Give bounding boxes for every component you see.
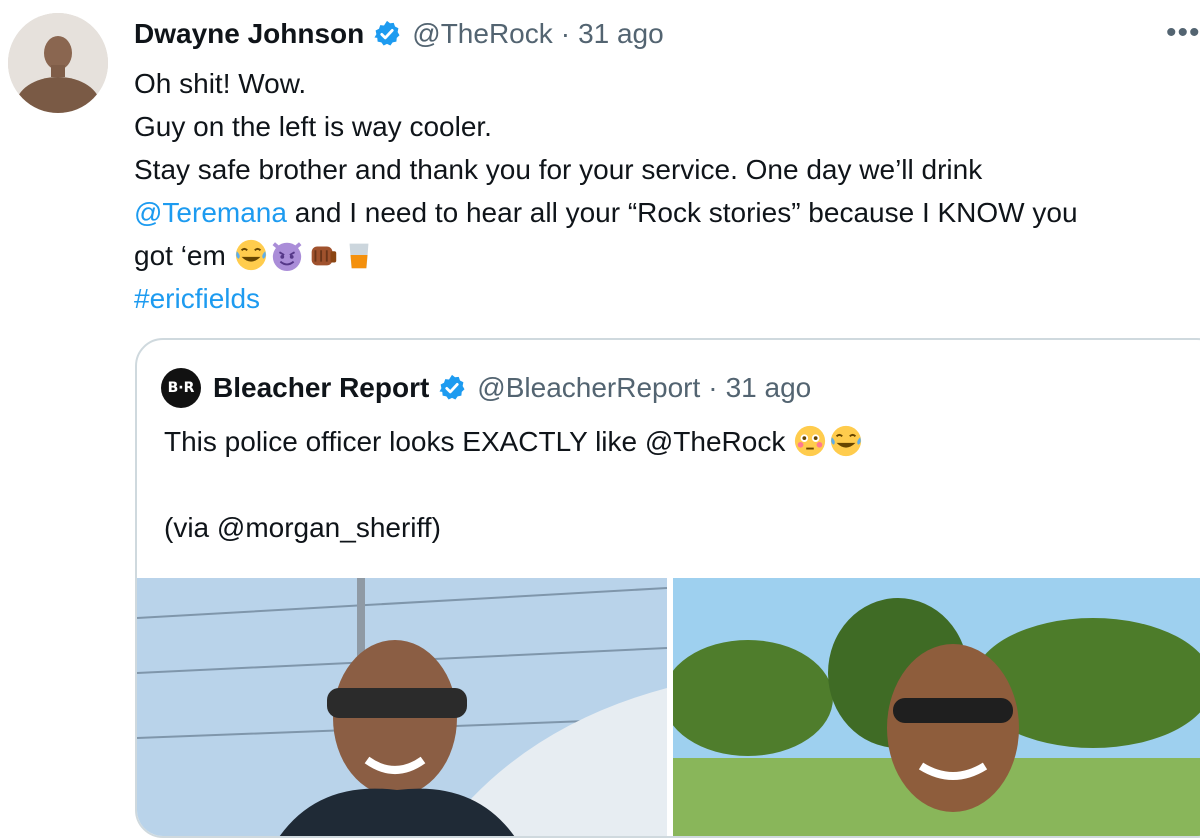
police-officer-photo[interactable] bbox=[137, 578, 667, 836]
tweet-line: Guy on the left is way cooler. bbox=[134, 111, 492, 142]
author-name[interactable]: Dwayne Johnson bbox=[134, 18, 364, 50]
quoted-tweet-header: B·R Bleacher Report @BleacherReport · 31… bbox=[161, 368, 811, 408]
tweet-header: Dwayne Johnson @TheRock · 31 ago bbox=[134, 12, 664, 56]
dwayne-johnson-photo[interactable] bbox=[673, 578, 1200, 836]
tweet-line: @Teremana and I need to hear all your “R… bbox=[134, 191, 1200, 234]
tweet-line-rest: and I need to hear all your “Rock storie… bbox=[286, 197, 1078, 228]
verified-badge-icon bbox=[372, 19, 402, 49]
author-handle[interactable]: @TheRock bbox=[412, 18, 552, 50]
flushed-face-icon bbox=[793, 424, 827, 458]
quoted-tweet-text: This police officer looks EXACTLY like @… bbox=[164, 420, 865, 549]
quoted-tweet[interactable]: B·R Bleacher Report @BleacherReport · 31… bbox=[135, 338, 1200, 838]
tears-of-joy-icon bbox=[829, 424, 863, 458]
tweet-line: Stay safe brother and thank you for your… bbox=[134, 154, 983, 185]
quoted-tweet-time[interactable]: 31 ago bbox=[726, 372, 812, 404]
more-options-icon[interactable]: ••• bbox=[1166, 18, 1200, 48]
verified-badge-icon bbox=[437, 373, 467, 403]
tumbler-glass-icon bbox=[342, 238, 376, 272]
quoted-author-name[interactable]: Bleacher Report bbox=[213, 372, 429, 404]
tweet-line: got ‘em bbox=[134, 234, 1200, 277]
avatar-photo bbox=[8, 13, 108, 113]
tweet-line-text: got ‘em bbox=[134, 240, 234, 271]
tweet-time[interactable]: 31 ago bbox=[578, 18, 664, 50]
bleacher-report-logo[interactable]: B·R bbox=[161, 368, 201, 408]
quoted-author-handle[interactable]: @BleacherReport bbox=[477, 372, 700, 404]
smiling-imp-icon bbox=[270, 238, 304, 272]
mention-teremana[interactable]: @Teremana bbox=[134, 197, 287, 228]
avatar[interactable] bbox=[8, 13, 108, 113]
meta-separator: · bbox=[708, 372, 718, 403]
tears-of-joy-icon bbox=[234, 238, 268, 272]
tweet-text: Oh shit! Wow. Guy on the left is way coo… bbox=[134, 62, 1200, 320]
meta-separator: · bbox=[560, 18, 571, 49]
quoted-text-line: (via @morgan_sheriff) bbox=[164, 512, 441, 543]
tweet-line: Oh shit! Wow. bbox=[134, 68, 307, 99]
quoted-text-line: This police officer looks EXACTLY like @… bbox=[164, 426, 794, 457]
fist-bump-icon bbox=[306, 238, 340, 272]
hashtag-ericfields[interactable]: #ericfields bbox=[134, 277, 1200, 320]
